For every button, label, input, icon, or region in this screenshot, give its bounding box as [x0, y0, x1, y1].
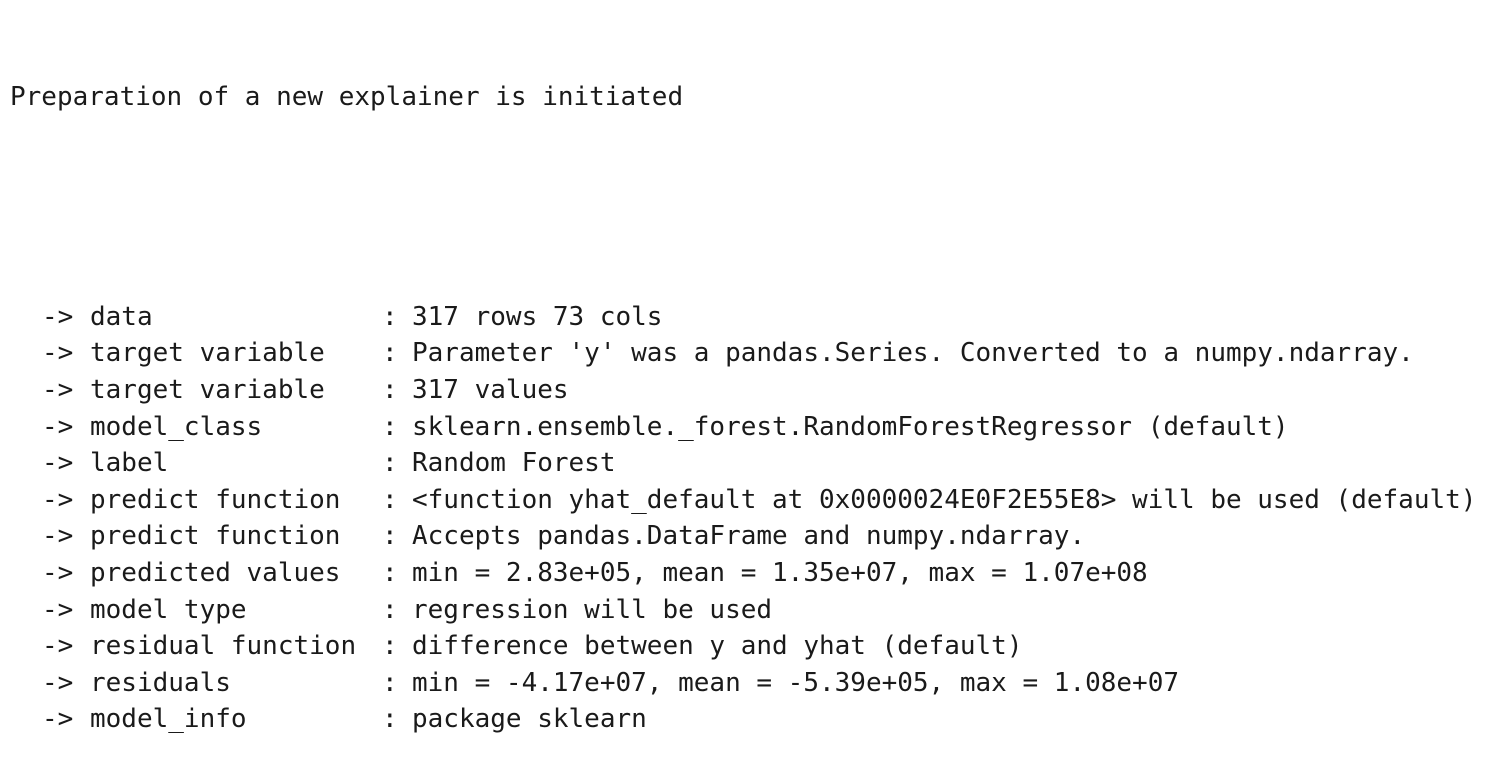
- entry-key: residuals: [90, 667, 231, 698]
- output-entry: -> target variable: Parameter 'y' was a pa…: [10, 335, 1476, 372]
- entry-key: target variable: [90, 338, 325, 369]
- entry-value: 317 rows 73 cols: [412, 301, 663, 332]
- console-output: Preparation of a new explainer is initia…: [10, 6, 1476, 774]
- entry-key: model_info: [90, 704, 247, 735]
- entry-key: label: [90, 448, 169, 479]
- entry-value: Parameter 'y' was a pandas.Series. Conve…: [412, 338, 1414, 369]
- entry-separator: :: [382, 667, 398, 698]
- entry-arrow: ->: [42, 594, 74, 625]
- entry-separator: :: [382, 448, 398, 479]
- entry-list: -> data:317 rows 73 cols -> target variable…: [10, 299, 1476, 738]
- entry-key: data: [90, 301, 153, 332]
- entry-value: Accepts pandas.DataFrame and numpy.ndarr…: [412, 521, 1086, 552]
- entry-key: model_class: [90, 411, 263, 442]
- entry-arrow: ->: [42, 631, 74, 662]
- entry-key: predict function: [90, 484, 341, 515]
- entry-separator: :: [382, 411, 398, 442]
- entry-value: <function yhat_default at 0x0000024E0F2E…: [412, 484, 1477, 515]
- output-entry: -> predict function: <function yhat_defaul…: [10, 482, 1476, 519]
- entry-separator: :: [382, 374, 398, 405]
- entry-separator: :: [382, 484, 398, 515]
- entry-key: predicted values: [90, 557, 341, 588]
- output-entry: -> predicted values: min = 2.83e+05, mean …: [10, 555, 1476, 592]
- entry-value: min = -4.17e+07, mean = -5.39e+05, max =…: [412, 667, 1180, 698]
- entry-arrow: ->: [42, 374, 74, 405]
- output-entry: -> model_info: package sklearn: [10, 701, 1476, 738]
- entry-arrow: ->: [42, 301, 74, 332]
- entry-arrow: ->: [42, 338, 74, 369]
- entry-separator: :: [382, 594, 398, 625]
- entry-arrow: ->: [42, 557, 74, 588]
- entry-separator: :: [382, 557, 398, 588]
- entry-value: Random Forest: [412, 448, 616, 479]
- entry-value: difference between y and yhat (default): [412, 631, 1023, 662]
- entry-value: min = 2.83e+05, mean = 1.35e+07, max = 1…: [412, 557, 1148, 588]
- output-entry: -> residuals: min = -4.17e+07, mean = -5.3…: [10, 665, 1476, 702]
- entry-arrow: ->: [42, 704, 74, 735]
- entry-value: 317 values: [412, 374, 569, 405]
- entry-separator: :: [382, 338, 398, 369]
- output-entry: -> target variable:317 values: [10, 372, 1476, 409]
- entry-key: target variable: [90, 374, 325, 405]
- entry-arrow: ->: [42, 484, 74, 515]
- output-entry: -> model type: regression will be used: [10, 592, 1476, 629]
- output-header: Preparation of a new explainer is initia…: [10, 82, 684, 113]
- entry-arrow: ->: [42, 448, 74, 479]
- output-entry: -> data:317 rows 73 cols: [10, 299, 1476, 336]
- entry-value: sklearn.ensemble._forest.RandomForestReg…: [412, 411, 1289, 442]
- entry-arrow: ->: [42, 667, 74, 698]
- entry-value: regression will be used: [412, 594, 773, 625]
- output-entry: -> model_class: sklearn.ensemble._forest.R…: [10, 409, 1476, 446]
- entry-key: residual function: [90, 631, 357, 662]
- output-entry: -> label: Random Forest: [10, 445, 1476, 482]
- entry-key: model type: [90, 594, 247, 625]
- entry-arrow: ->: [42, 411, 74, 442]
- entry-value: package sklearn: [412, 704, 647, 735]
- entry-separator: :: [382, 631, 398, 662]
- entry-separator: :: [382, 301, 398, 332]
- entry-separator: :: [382, 704, 398, 735]
- output-entry: -> residual function: difference between y…: [10, 628, 1476, 665]
